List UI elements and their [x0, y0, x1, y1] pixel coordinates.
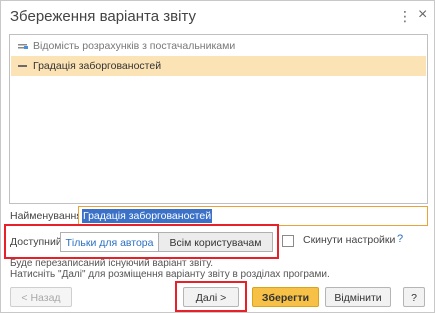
- report-variant-icon: [17, 56, 29, 83]
- dialog-title: Збереження варіанта звіту: [10, 8, 196, 25]
- next-button[interactable]: Далі >: [183, 287, 239, 307]
- info-overwrite-text: Буде перезаписаний існуючий варіант звіт…: [10, 258, 214, 269]
- list-item-label: Відомість розрахунків з постачальниками: [33, 40, 236, 52]
- name-input[interactable]: Градація заборгованостей: [78, 206, 428, 226]
- name-input-value: Градація заборгованостей: [82, 209, 213, 223]
- cancel-button[interactable]: Відмінити: [325, 287, 391, 307]
- info-next-hint-text: Натисніть "Далі" для розміщення варіанту…: [10, 269, 330, 280]
- back-button[interactable]: < Назад: [10, 287, 72, 307]
- close-icon[interactable]: ×: [418, 6, 427, 24]
- reset-settings-label[interactable]: Скинути настройки: [303, 234, 395, 246]
- access-all-users-option[interactable]: Всім користувачам: [158, 232, 273, 252]
- name-label: Найменування:: [10, 210, 85, 222]
- list-item-label: Градація заборгованостей: [33, 60, 162, 72]
- save-report-variant-dialog: Збереження варіанта звіту ⋮ × Відомість …: [0, 0, 435, 313]
- reset-settings-checkbox[interactable]: [282, 235, 294, 247]
- list-item-selected[interactable]: Градація заборгованостей: [11, 56, 426, 76]
- more-menu-icon[interactable]: ⋮: [398, 8, 412, 25]
- access-author-only-option[interactable]: Тільки для автора: [60, 232, 159, 252]
- access-label: Доступний:: [10, 236, 65, 248]
- save-button[interactable]: Зберегти: [252, 287, 319, 307]
- reset-settings-help-icon[interactable]: ?: [397, 233, 403, 245]
- report-variants-list[interactable]: Відомість розрахунків з постачальниками …: [9, 34, 428, 204]
- help-button[interactable]: ?: [403, 287, 425, 307]
- list-item[interactable]: Відомість розрахунків з постачальниками: [11, 36, 426, 56]
